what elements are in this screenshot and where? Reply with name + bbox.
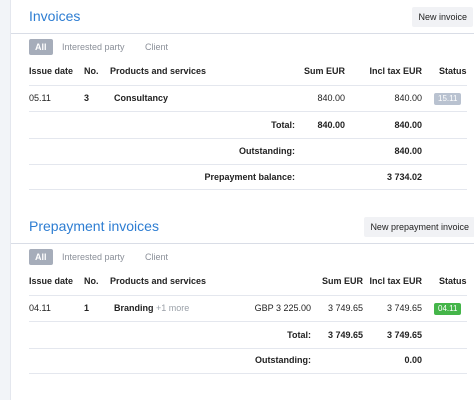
row-incl-tax: 3 749.65 — [386, 303, 422, 313]
col-number[interactable]: No. — [84, 66, 99, 80]
status-badge: 04.11 — [434, 303, 462, 315]
col-issue-date[interactable]: Issue date — [29, 66, 73, 80]
filter-client[interactable]: Client — [145, 39, 168, 55]
outstanding-label: Outstanding: — [255, 355, 311, 365]
total-incl-tax: 840.00 — [394, 120, 422, 130]
row-product: Branding +1 more — [114, 303, 189, 313]
outstanding-divider — [29, 164, 467, 165]
col-number[interactable]: No. — [84, 276, 99, 290]
section-bottom-divider — [29, 189, 467, 190]
invoices-header: Invoices New invoice — [11, 0, 474, 34]
col-products[interactable]: Products and services — [110, 66, 206, 80]
invoices-panel: Invoices New invoice All Interested part… — [10, 0, 474, 400]
total-sum: 840.00 — [317, 120, 345, 130]
outstanding-label: Outstanding: — [239, 146, 295, 156]
prepayment-balance-value: 3 734.02 — [386, 172, 422, 182]
row-incl-tax: 840.00 — [394, 93, 422, 103]
filter-all[interactable]: All — [29, 39, 53, 55]
new-invoice-button[interactable]: New invoice — [412, 7, 473, 27]
total-incl-tax: 3 749.65 — [386, 330, 422, 340]
prepayment-invoices-section: Prepayment invoices New prepayment invoi… — [11, 210, 474, 400]
outstanding-divider — [29, 373, 467, 374]
row-date: 04.11 — [29, 303, 51, 313]
outstanding-value: 0.00 — [404, 355, 422, 365]
col-status[interactable]: Status — [439, 66, 467, 80]
total-label: Total: — [287, 330, 311, 340]
invoices-section: Invoices New invoice All Interested part… — [11, 0, 474, 196]
col-incl-tax-eur[interactable]: Incl tax EUR — [351, 66, 422, 80]
invoices-title: Invoices — [29, 8, 81, 24]
prepayment-title: Prepayment invoices — [29, 218, 159, 234]
outstanding-value: 840.00 — [394, 146, 422, 156]
row-product: Consultancy — [114, 93, 169, 103]
row-divider — [29, 111, 467, 112]
row-number[interactable]: 3 — [84, 93, 89, 103]
row-sum: 840.00 — [317, 93, 345, 103]
col-status[interactable]: Status — [439, 276, 467, 290]
status-badge: 15.11 — [434, 93, 462, 105]
row-date: 05.11 — [29, 93, 51, 103]
col-issue-date[interactable]: Issue date — [29, 276, 73, 290]
total-label: Total: — [271, 120, 295, 130]
row-number[interactable]: 1 — [84, 303, 89, 313]
col-sum-eur[interactable]: Sum EUR — [281, 66, 345, 80]
row-product-name: Branding — [114, 303, 154, 313]
filter-all[interactable]: All — [29, 249, 53, 265]
col-products[interactable]: Products and services — [110, 276, 206, 290]
total-divider — [29, 138, 467, 139]
header-divider — [29, 85, 467, 86]
row-divider — [29, 321, 467, 322]
filter-interested-party[interactable]: Interested party — [62, 249, 125, 265]
total-divider — [29, 348, 467, 349]
prepayment-header: Prepayment invoices New prepayment invoi… — [11, 210, 474, 244]
filter-interested-party[interactable]: Interested party — [62, 39, 125, 55]
prepayment-balance-label: Prepayment balance: — [204, 172, 295, 182]
new-prepayment-invoice-button[interactable]: New prepayment invoice — [364, 217, 474, 237]
col-incl-tax-eur[interactable]: Incl tax EUR — [351, 276, 422, 290]
header-divider — [29, 295, 467, 296]
more-products-link[interactable]: +1 more — [156, 303, 189, 313]
filter-client[interactable]: Client — [145, 249, 168, 265]
